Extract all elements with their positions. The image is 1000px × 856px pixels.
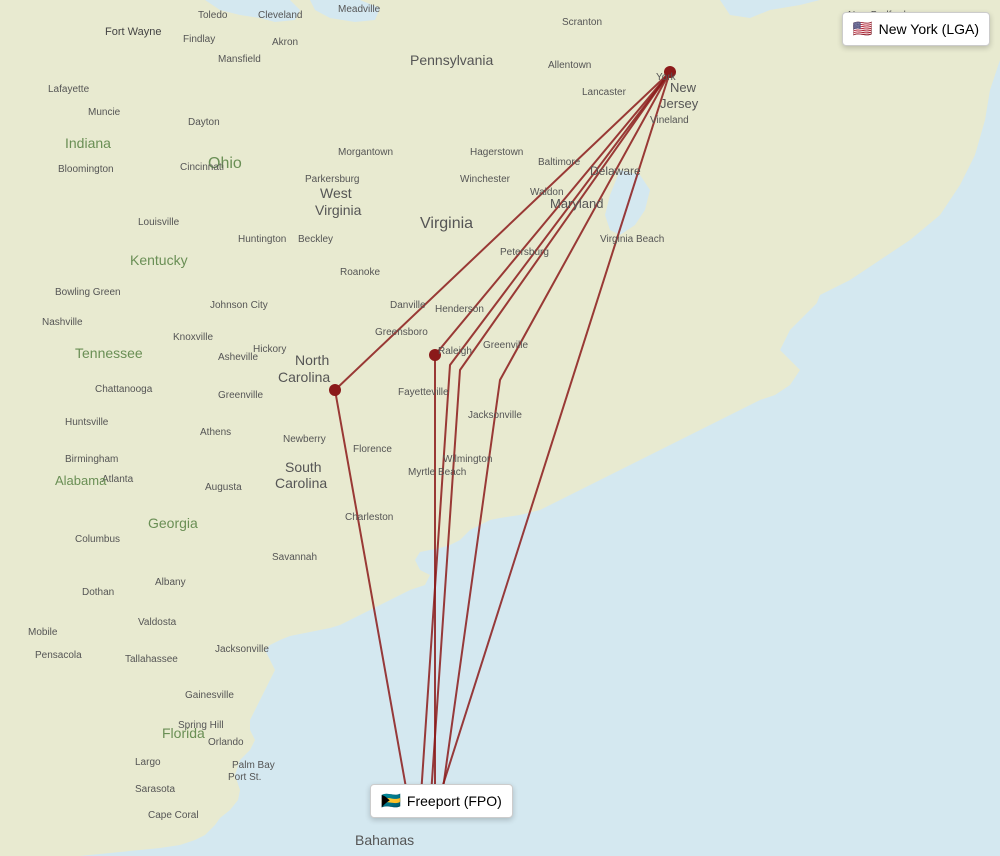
svg-text:Delaware: Delaware <box>590 164 641 178</box>
svg-text:Sarasota: Sarasota <box>135 784 175 795</box>
fpo-flag: 🇧🇸 <box>381 791 401 811</box>
svg-text:West: West <box>320 185 352 201</box>
svg-text:Meadville: Meadville <box>338 4 381 15</box>
lga-flag: 🇺🇸 <box>853 19 873 39</box>
svg-text:Fort Wayne: Fort Wayne <box>105 26 161 38</box>
svg-text:Gainesville: Gainesville <box>185 690 234 701</box>
svg-text:Findlay: Findlay <box>183 34 215 45</box>
svg-text:Dothan: Dothan <box>82 587 114 598</box>
svg-text:Dayton: Dayton <box>188 117 220 128</box>
svg-text:Largo: Largo <box>135 757 161 768</box>
svg-text:Winchester: Winchester <box>460 174 511 185</box>
fpo-label: 🇧🇸 Freeport (FPO) <box>370 784 513 818</box>
svg-text:Scranton: Scranton <box>562 17 602 28</box>
svg-text:North: North <box>295 352 329 368</box>
svg-text:Lancaster: Lancaster <box>582 87 627 98</box>
svg-text:Mansfield: Mansfield <box>218 54 261 65</box>
svg-text:Athens: Athens <box>200 427 231 438</box>
svg-text:Lafayette: Lafayette <box>48 84 90 95</box>
svg-text:Tallahassee: Tallahassee <box>125 654 178 665</box>
svg-text:Orlando: Orlando <box>208 737 244 748</box>
lga-label: 🇺🇸 New York (LGA) <box>842 12 990 46</box>
svg-text:Chattanooga: Chattanooga <box>95 384 153 395</box>
svg-text:Hagerstown: Hagerstown <box>470 147 523 158</box>
svg-text:Virginia Beach: Virginia Beach <box>600 234 664 245</box>
svg-text:Cape Coral: Cape Coral <box>148 810 199 821</box>
svg-text:Palm Bay: Palm Bay <box>232 760 275 771</box>
svg-text:Nashville: Nashville <box>42 317 83 328</box>
svg-text:Louisville: Louisville <box>138 217 180 228</box>
svg-text:Tennessee: Tennessee <box>75 345 143 361</box>
svg-text:Myrtle Beach: Myrtle Beach <box>408 467 466 478</box>
svg-text:Huntsville: Huntsville <box>65 417 109 428</box>
svg-text:Carolina: Carolina <box>278 369 330 385</box>
svg-text:Greenville: Greenville <box>483 340 528 351</box>
map-svg: Fort Wayne Toledo Cleveland Meadville Ne… <box>0 0 1000 856</box>
svg-text:Greensboro: Greensboro <box>375 327 428 338</box>
svg-text:Charleston: Charleston <box>345 512 393 523</box>
svg-text:Augusta: Augusta <box>205 482 242 493</box>
svg-text:Johnson City: Johnson City <box>210 300 268 311</box>
clt-dot <box>329 384 341 396</box>
svg-text:Atlanta: Atlanta <box>102 474 134 485</box>
svg-text:Knoxville: Knoxville <box>173 332 213 343</box>
svg-text:Newberry: Newberry <box>283 434 326 445</box>
svg-text:Greenville: Greenville <box>218 390 263 401</box>
svg-text:Morgantown: Morgantown <box>338 147 393 158</box>
svg-text:Columbus: Columbus <box>75 534 120 545</box>
svg-text:Carolina: Carolina <box>275 475 327 491</box>
svg-text:Kentucky: Kentucky <box>130 252 188 268</box>
svg-text:Birmingham: Birmingham <box>65 454 118 465</box>
svg-text:Georgia: Georgia <box>148 515 198 531</box>
svg-text:Savannah: Savannah <box>272 552 317 563</box>
svg-text:Alabama: Alabama <box>55 473 107 488</box>
svg-text:Jacksonville: Jacksonville <box>468 410 522 421</box>
svg-text:Beckley: Beckley <box>298 234 333 245</box>
svg-text:Maryland: Maryland <box>550 196 603 211</box>
svg-text:Virginia: Virginia <box>315 202 362 218</box>
svg-text:Huntington: Huntington <box>238 234 286 245</box>
svg-text:Mobile: Mobile <box>28 627 58 638</box>
svg-text:Henderson: Henderson <box>435 304 484 315</box>
svg-text:Florence: Florence <box>353 444 392 455</box>
svg-text:Pennsylvania: Pennsylvania <box>410 52 493 68</box>
svg-text:Parkersburg: Parkersburg <box>305 174 359 185</box>
svg-text:Valdosta: Valdosta <box>138 617 177 628</box>
svg-text:Bowling Green: Bowling Green <box>55 287 121 298</box>
svg-text:Hickory: Hickory <box>253 344 286 355</box>
svg-text:Jersey: Jersey <box>660 96 699 111</box>
svg-text:Cleveland: Cleveland <box>258 10 302 21</box>
svg-text:Jacksonville: Jacksonville <box>215 644 269 655</box>
svg-text:Fayetteville: Fayetteville <box>398 387 449 398</box>
svg-text:Cincinnati: Cincinnati <box>180 162 224 173</box>
svg-text:Bahamas: Bahamas <box>355 832 414 848</box>
fpo-name: Freeport (FPO) <box>407 793 502 809</box>
svg-text:Virginia: Virginia <box>420 215 473 232</box>
svg-text:Vineland: Vineland <box>650 115 689 126</box>
lga-name: New York (LGA) <box>879 21 979 37</box>
svg-text:South: South <box>285 459 322 475</box>
svg-text:Pensacola: Pensacola <box>35 650 82 661</box>
svg-text:Roanoke: Roanoke <box>340 267 380 278</box>
svg-text:New: New <box>670 80 697 95</box>
svg-text:Toledo: Toledo <box>198 10 228 21</box>
map-container: Fort Wayne Toledo Cleveland Meadville Ne… <box>0 0 1000 856</box>
svg-text:Indiana: Indiana <box>65 135 111 151</box>
svg-text:Bloomington: Bloomington <box>58 164 114 175</box>
svg-text:Baltimore: Baltimore <box>538 157 581 168</box>
svg-text:Spring Hill: Spring Hill <box>178 720 224 731</box>
svg-text:Allentown: Allentown <box>548 60 591 71</box>
svg-text:Akron: Akron <box>272 37 298 48</box>
svg-text:Port St.: Port St. <box>228 772 261 783</box>
svg-text:Raleigh: Raleigh <box>438 346 472 357</box>
svg-text:Muncie: Muncie <box>88 107 121 118</box>
svg-text:Wilmington: Wilmington <box>443 454 492 465</box>
svg-text:Albany: Albany <box>155 577 186 588</box>
svg-text:Danville: Danville <box>390 300 426 311</box>
svg-text:Petersburg: Petersburg <box>500 247 549 258</box>
